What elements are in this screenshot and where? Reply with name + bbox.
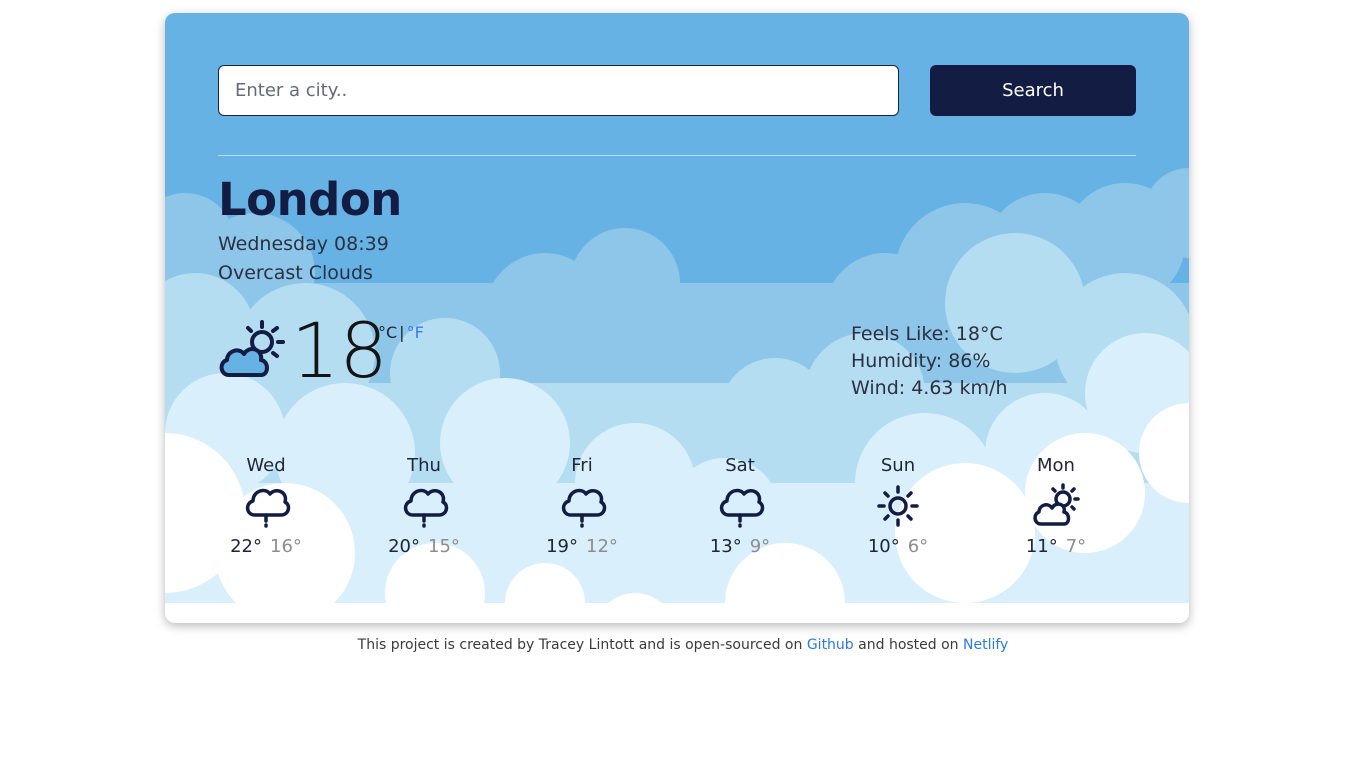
forecast-max-temp: 10° xyxy=(867,536,900,557)
forecast-max-temp: 22° xyxy=(230,536,262,557)
forecast-max-temp: 19° xyxy=(546,536,578,557)
fahrenheit-link[interactable]: °F xyxy=(407,323,424,342)
rain-cloud-icon xyxy=(719,488,765,528)
divider xyxy=(218,155,1136,156)
netlify-link[interactable]: Netlify xyxy=(963,637,1008,653)
weather-details: Feels Like: 18°C Humidity: 86% Wind: 4.6… xyxy=(851,321,1008,402)
forecast-day-name: Sat xyxy=(725,455,755,476)
forecast-day: Wed 22° 16° xyxy=(206,453,326,573)
forecast-day-name: Fri xyxy=(571,455,593,476)
rain-cloud-icon xyxy=(561,488,607,528)
forecast-day: Fri 19° 12° xyxy=(522,453,642,573)
forecast-day-name: Wed xyxy=(246,455,286,476)
wind-speed: Wind: 4.63 km/h xyxy=(851,377,1008,399)
github-link[interactable]: Github xyxy=(807,637,854,653)
forecast-max-temp: 13° xyxy=(709,536,742,557)
forecast-min-temp: 16° xyxy=(270,536,302,557)
current-temperature: 18 xyxy=(291,306,388,395)
card-content: Search London Wednesday 08:39 Overcast C… xyxy=(165,13,1189,623)
footer-text-middle: and hosted on xyxy=(853,637,964,653)
sun-icon xyxy=(877,485,919,527)
footer-text: This project is created by Tracey Lintot… xyxy=(357,637,807,653)
feels-like: Feels Like: 18°C xyxy=(851,323,1003,345)
city-search-input[interactable] xyxy=(218,65,899,116)
forecast-day: Mon 11° 7° xyxy=(996,453,1116,573)
forecast-min-temp: 15° xyxy=(428,536,460,557)
weather-card: Search London Wednesday 08:39 Overcast C… xyxy=(165,13,1189,623)
rain-cloud-icon xyxy=(245,488,291,528)
forecast-max-temp: 20° xyxy=(388,536,420,557)
unit-toggle: °C | °F xyxy=(378,323,424,342)
forecast-min-temp: 9° xyxy=(749,536,771,557)
weather-description: Overcast Clouds xyxy=(218,262,373,284)
forecast-day: Sat 13° 9° xyxy=(680,453,800,573)
partly-cloudy-icon xyxy=(1033,483,1080,526)
city-name: London xyxy=(218,173,402,226)
forecast-max-temp: 11° xyxy=(1025,536,1058,557)
forecast-min-temp: 12° xyxy=(586,536,618,557)
forecast-min-temp: 7° xyxy=(1065,536,1087,557)
forecast-day: Thu 20° 15° xyxy=(364,453,484,573)
forecast-row: Wed 22° 16° Thu 20° 15° Fri 19° 12° Sat … xyxy=(218,453,1136,573)
forecast-day-name: Sun xyxy=(880,455,916,476)
date-time: Wednesday 08:39 xyxy=(218,233,389,255)
unit-separator: | xyxy=(399,323,405,342)
forecast-day-name: Mon xyxy=(1037,455,1075,476)
search-button[interactable]: Search xyxy=(930,65,1136,116)
forecast-day: Sun 10° 6° xyxy=(838,453,958,573)
forecast-min-temp: 6° xyxy=(907,536,929,557)
celsius-label[interactable]: °C xyxy=(378,323,397,342)
forecast-day-name: Thu xyxy=(407,455,441,476)
rain-cloud-icon xyxy=(403,488,449,528)
footer: This project is created by Tracey Lintot… xyxy=(0,637,1366,653)
humidity: Humidity: 86% xyxy=(851,350,991,372)
partly-cloudy-icon xyxy=(219,320,285,377)
